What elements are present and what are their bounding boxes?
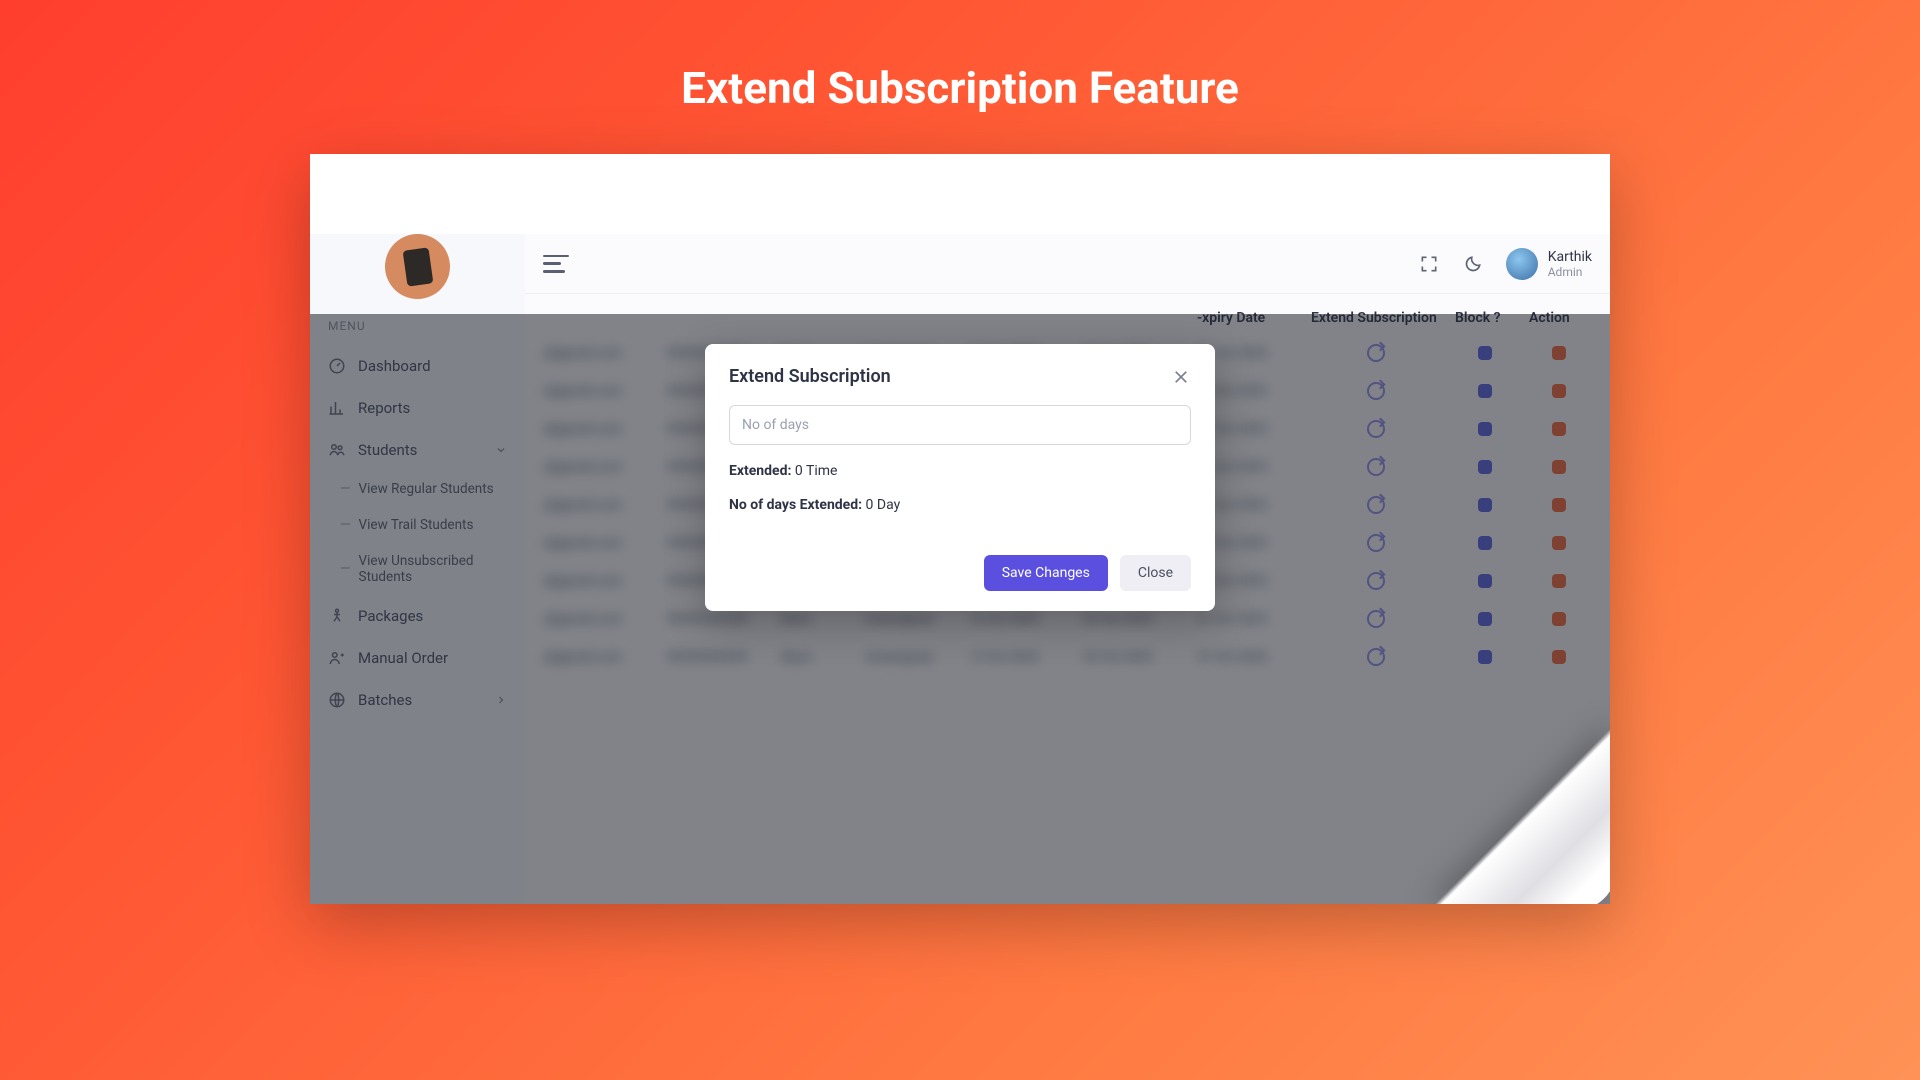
screenshot-frame: MENU Dashboard Reports Students <box>310 154 1610 904</box>
fullscreen-icon[interactable] <box>1418 253 1440 275</box>
extended-days-readout: No of days Extended: 0 Day <box>729 497 1191 513</box>
modal-title: Extend Subscription <box>729 366 891 387</box>
user-name: Karthik <box>1548 249 1592 265</box>
close-icon[interactable] <box>1171 367 1191 387</box>
logo <box>385 234 450 299</box>
extended-times-readout: Extended: 0 Time <box>729 463 1191 479</box>
close-button[interactable]: Close <box>1120 555 1191 591</box>
user-role: Admin <box>1548 265 1592 279</box>
save-changes-button[interactable]: Save Changes <box>984 555 1108 591</box>
user-menu[interactable]: Karthik Admin <box>1506 248 1592 280</box>
topbar: Karthik Admin <box>525 234 1610 294</box>
frame-header-spacer <box>310 154 1610 234</box>
app-root: MENU Dashboard Reports Students <box>310 234 1610 904</box>
avatar <box>1506 248 1538 280</box>
page-title: Extend Subscription Feature <box>681 62 1239 114</box>
extend-subscription-modal: Extend Subscription Extended: 0 Time No … <box>705 344 1215 611</box>
page-curl-decoration <box>1436 730 1610 904</box>
no-of-days-input[interactable] <box>729 405 1191 445</box>
moon-icon[interactable] <box>1462 253 1484 275</box>
hamburger-icon[interactable] <box>543 255 569 273</box>
